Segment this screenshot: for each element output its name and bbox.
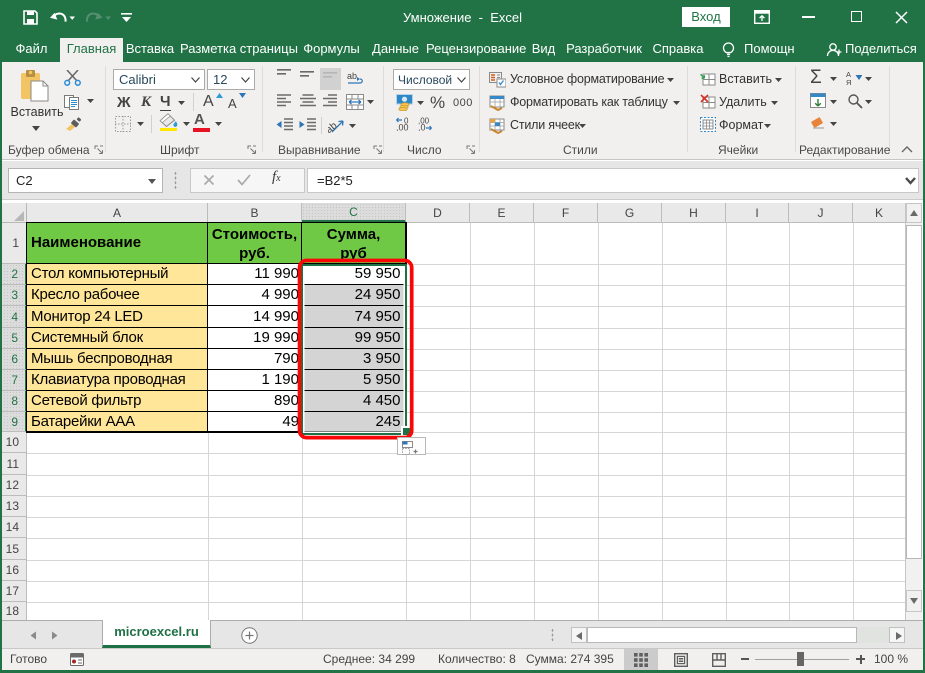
svg-text:ab: ab bbox=[328, 120, 340, 134]
svg-text:0: 0 bbox=[404, 117, 409, 126]
svg-text:Я: Я bbox=[846, 78, 851, 86]
svg-text:ab: ab bbox=[347, 71, 357, 81]
svg-text:,00: ,00 bbox=[418, 117, 430, 126]
